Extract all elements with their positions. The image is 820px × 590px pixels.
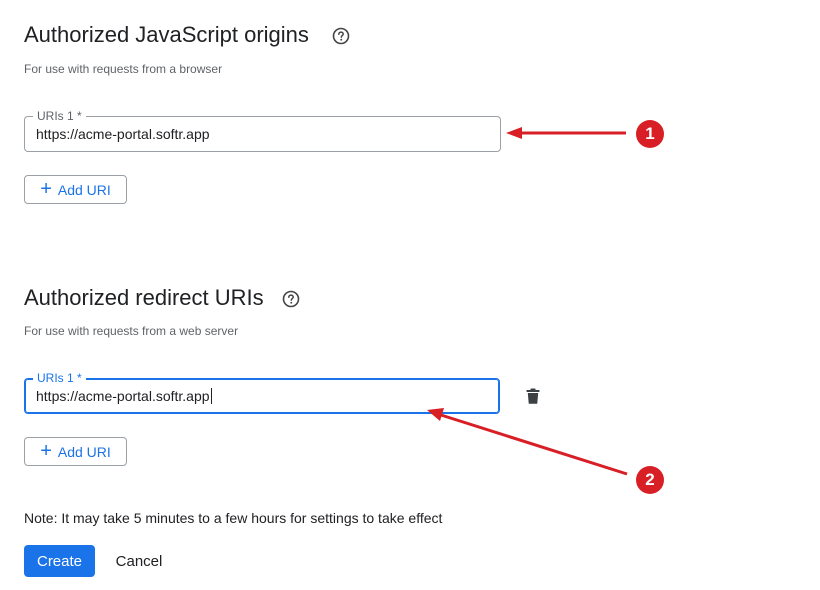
redirect-add-uri-button[interactable]: + Add URI [24,437,127,466]
annotation-arrow-1 [506,127,626,139]
redirect-uri-value: https://acme-portal.softr.app [36,388,210,404]
annotation-badge-1: 1 [636,120,664,148]
origins-uri-value: https://acme-portal.softr.app [36,126,210,142]
annotation-badge-2: 2 [636,466,664,494]
origins-title-text: Authorized JavaScript origins [24,22,309,47]
create-button-label: Create [36,552,83,570]
redirect-add-uri-label: Add URI [57,443,111,460]
origins-uri-label: URIs 1 * [33,109,86,123]
redirect-title: Authorized redirect URIs [24,285,264,311]
settings-note: Note: It may take 5 minutes to a few hou… [24,510,443,526]
create-button[interactable]: Create [24,545,95,577]
redirect-uri-value-wrap: https://acme-portal.softr.app [36,388,212,404]
help-circle-icon[interactable] [332,27,350,50]
text-caret [210,388,212,404]
cancel-button[interactable]: Cancel [108,545,170,577]
help-circle-icon[interactable] [282,290,300,313]
cancel-button-label: Cancel [115,552,163,570]
plus-icon: + [40,439,52,462]
redirect-title-text: Authorized redirect URIs [24,285,264,310]
annotation-arrow-2 [427,408,628,476]
annotation-badge-2-label: 2 [645,470,655,489]
plus-icon: + [40,177,52,200]
redirect-subtitle: For use with requests from a web server [24,324,239,338]
origins-title: Authorized JavaScript origins [24,22,309,48]
origins-add-uri-label: Add URI [57,181,111,198]
annotation-badge-1-label: 1 [645,124,655,143]
origins-subtitle: For use with requests from a browser [24,62,223,76]
origins-uri-field[interactable]: URIs 1 * https://acme-portal.softr.app [24,109,501,152]
origins-add-uri-button[interactable]: + Add URI [24,175,127,204]
redirect-uri-label: URIs 1 * [33,371,86,385]
